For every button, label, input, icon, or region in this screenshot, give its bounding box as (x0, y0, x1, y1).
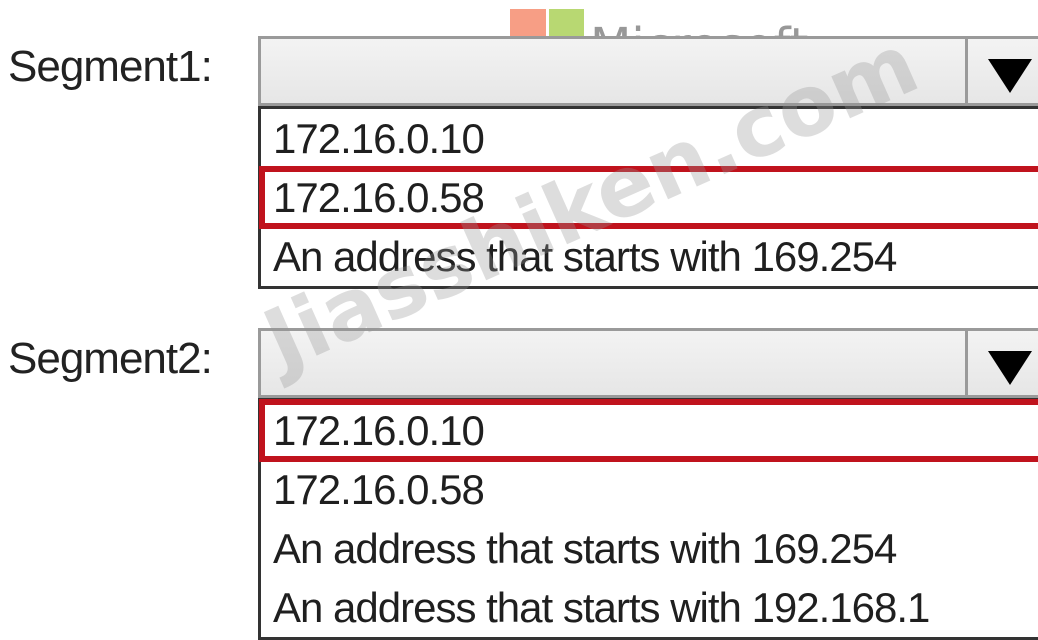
segment2-option-2[interactable]: 172.16.0.58 (261, 460, 1038, 519)
chevron-down-icon (988, 351, 1032, 385)
segment1-label: Segment1: (8, 42, 213, 91)
segment1-option-2[interactable]: 172.16.0.58 (259, 166, 1038, 229)
segment2-option-4[interactable]: An address that starts with 192.168.1 (261, 578, 1038, 637)
segment2-option-3[interactable]: An address that starts with 169.254 (261, 519, 1038, 578)
segment2-dropdown-toggle[interactable] (965, 331, 1038, 395)
segment1-dropdown-toggle[interactable] (965, 39, 1038, 103)
segment2-options: 172.16.0.10 172.16.0.58 An address that … (258, 398, 1038, 640)
segment1-dropdown[interactable] (258, 36, 1038, 106)
segment1-option-3[interactable]: An address that starts with 169.254 (261, 227, 1038, 286)
segment2-dropdown[interactable] (258, 328, 1038, 398)
segment1-options: 172.16.0.10 172.16.0.58 An address that … (258, 106, 1038, 289)
segment2-label: Segment2: (8, 334, 213, 383)
segment1-option-1[interactable]: 172.16.0.10 (261, 109, 1038, 168)
segment2-option-1[interactable]: 172.16.0.10 (259, 399, 1038, 462)
chevron-down-icon (988, 59, 1032, 93)
